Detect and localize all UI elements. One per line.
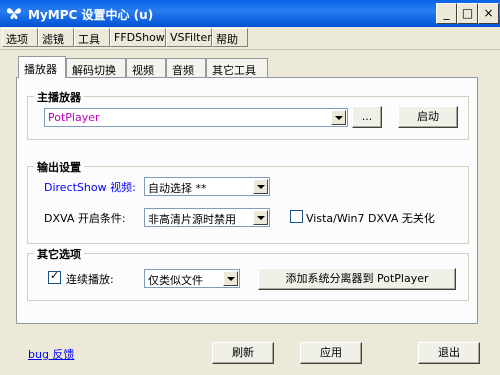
add-splitter-button[interactable]: 添加系统分离器到 PotPlayer (258, 268, 456, 290)
menu-ffdshow[interactable]: FFDShow (110, 28, 166, 47)
vista-dxva-label: Vista/Win7 DXVA 无关化 (306, 212, 435, 225)
menu-bar: 选项 滤镜 工具 FFDShow VSFilter 帮助 (0, 27, 500, 50)
dxva-condition-select[interactable]: 非高清片源时禁用 (144, 208, 270, 227)
continuous-play-checkbox[interactable] (48, 269, 61, 284)
close-button[interactable]: × (478, 3, 499, 24)
menu-tools[interactable]: 工具 (74, 28, 110, 47)
chevron-down-icon[interactable] (223, 271, 238, 286)
main-player-group: 主播放器 PotPlayer ... 启动 (27, 89, 469, 140)
menu-help[interactable]: 帮助 (212, 28, 248, 47)
exit-button[interactable]: 退出 (418, 342, 480, 364)
other-options-group: 其它选项 连续播放: 仅类似文件 添加系统分离器到 PotPlayer (27, 246, 469, 301)
continuous-play-select[interactable]: 仅类似文件 (144, 269, 240, 288)
chevron-down-icon[interactable] (331, 110, 346, 125)
title-bar[interactable]: MyMPC 设置中心 (u) _ □ × (0, 0, 500, 27)
apply-button[interactable]: 应用 (300, 342, 362, 364)
tab-decoder-switch[interactable]: 解码切换 (66, 58, 126, 78)
main-player-select[interactable]: PotPlayer (44, 108, 348, 127)
refresh-button[interactable]: 刷新 (212, 342, 274, 364)
dxva-condition-label: DXVA 开启条件: (44, 212, 126, 225)
menu-vsfilter[interactable]: VSFilter (166, 28, 212, 47)
maximize-button[interactable]: □ (457, 3, 478, 24)
tab-player[interactable]: 播放器 (18, 56, 66, 78)
main-player-value: PotPlayer (48, 111, 100, 124)
bug-feedback-link[interactable]: bug 反馈 (28, 346, 74, 362)
directshow-video-select[interactable]: 自动选择 ** (144, 177, 270, 196)
output-settings-group: 输出设置 DirectShow 视频: 自动选择 ** DXVA 开启条件: 非… (27, 159, 469, 244)
other-options-title: 其它选项 (34, 246, 84, 262)
continuous-play-label: 连续播放: (66, 273, 114, 286)
output-settings-title: 输出设置 (34, 159, 84, 175)
chevron-down-icon[interactable] (253, 179, 268, 194)
main-player-title: 主播放器 (34, 89, 84, 105)
player-tab-panel: 主播放器 PotPlayer ... 启动 输出设置 DirectShow 视频… (16, 77, 478, 324)
tab-video[interactable]: 视频 (126, 58, 166, 78)
minimize-button[interactable]: _ (436, 3, 457, 24)
directshow-video-value: 自动选择 ** (148, 182, 207, 195)
settings-window: MyMPC 设置中心 (u) _ □ × 选项 滤镜 工具 FFDShow VS… (0, 0, 500, 375)
menu-options[interactable]: 选项 (2, 28, 38, 47)
directshow-video-label: DirectShow 视频: (44, 181, 136, 194)
tab-audio[interactable]: 音频 (166, 58, 206, 78)
chevron-down-icon[interactable] (253, 210, 268, 225)
start-button[interactable]: 启动 (398, 106, 458, 128)
menu-filters[interactable]: 滤镜 (38, 28, 74, 47)
butterfly-icon (7, 8, 21, 19)
window-title: MyMPC 设置中心 (u) (28, 8, 154, 22)
continuous-play-value: 仅类似文件 (148, 274, 203, 287)
vista-dxva-checkbox[interactable] (290, 210, 303, 223)
tab-other-tools[interactable]: 其它工具 (206, 58, 268, 78)
dxva-condition-value: 非高清片源时禁用 (148, 213, 236, 226)
browse-button[interactable]: ... (352, 106, 382, 128)
